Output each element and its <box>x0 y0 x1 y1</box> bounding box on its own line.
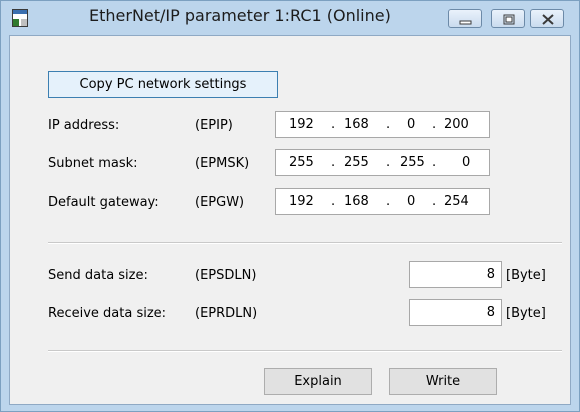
default-gateway-field[interactable]: 192 . 168 . 0 . 254 <box>275 188 490 215</box>
ip-address-field[interactable]: 192 . 168 . 0 . 200 <box>275 111 490 138</box>
dialog-window: EtherNet/IP parameter 1:RC1 (Online) Cop… <box>0 0 580 412</box>
ip-octet-3[interactable]: 0 <box>407 117 415 132</box>
close-button[interactable] <box>530 9 564 28</box>
subnet-mask-code: (EPMSK) <box>195 156 250 171</box>
receive-data-size-label: Receive data size: <box>48 306 167 321</box>
divider-2 <box>48 350 562 352</box>
gateway-octet-3[interactable]: 0 <box>407 194 415 209</box>
subnet-octet-4[interactable]: 0 <box>462 155 470 170</box>
divider-1 <box>48 242 562 244</box>
ip-octet-4[interactable]: 200 <box>444 117 469 132</box>
send-data-size-unit: [Byte] <box>506 268 546 283</box>
app-window-icon <box>12 9 28 27</box>
gateway-octet-4[interactable]: 254 <box>444 194 469 209</box>
dialog-body: Copy PC network settings IP address: (EP… <box>9 35 571 405</box>
receive-data-size-code: (EPRDLN) <box>195 306 258 321</box>
send-data-size-label: Send data size: <box>48 268 148 283</box>
send-data-size-value: 8 <box>486 267 495 282</box>
write-button[interactable]: Write <box>389 368 497 395</box>
explain-button[interactable]: Explain <box>264 368 372 395</box>
window-title: EtherNet/IP parameter 1:RC1 (Online) <box>89 6 391 25</box>
subnet-octet-1[interactable]: 255 <box>289 155 314 170</box>
subnet-octet-2[interactable]: 255 <box>344 155 369 170</box>
subnet-mask-label: Subnet mask: <box>48 156 138 171</box>
maximize-button[interactable] <box>491 9 525 28</box>
receive-data-size-input[interactable]: 8 <box>409 299 502 326</box>
gateway-octet-2[interactable]: 168 <box>344 194 369 209</box>
title-bar[interactable]: EtherNet/IP parameter 1:RC1 (Online) <box>1 1 579 35</box>
default-gateway-code: (EPGW) <box>195 195 245 210</box>
subnet-mask-field[interactable]: 255 . 255 . 255 . 0 <box>275 149 490 176</box>
ip-address-label: IP address: <box>48 118 120 133</box>
gateway-octet-1[interactable]: 192 <box>289 194 314 209</box>
send-data-size-input[interactable]: 8 <box>409 261 502 288</box>
ip-octet-2[interactable]: 168 <box>344 117 369 132</box>
ip-address-code: (EPIP) <box>195 118 233 133</box>
receive-data-size-unit: [Byte] <box>506 306 546 321</box>
minimize-button[interactable] <box>448 9 482 28</box>
subnet-octet-3[interactable]: 255 <box>400 155 425 170</box>
default-gateway-label: Default gateway: <box>48 195 159 210</box>
copy-pc-network-settings-button[interactable]: Copy PC network settings <box>48 71 278 98</box>
send-data-size-code: (EPSDLN) <box>195 268 257 283</box>
receive-data-size-value: 8 <box>486 305 495 320</box>
ip-octet-1[interactable]: 192 <box>289 117 314 132</box>
